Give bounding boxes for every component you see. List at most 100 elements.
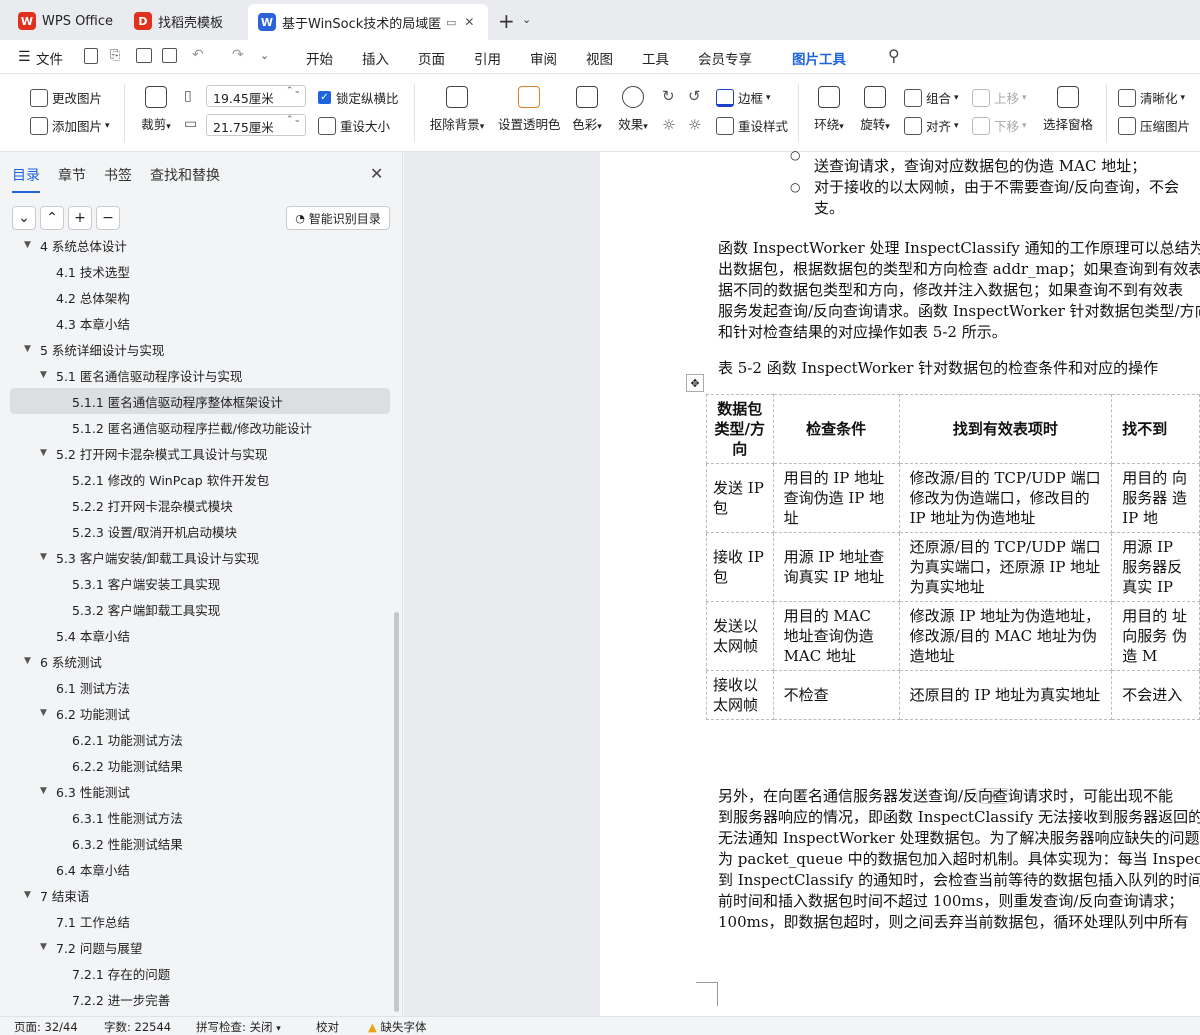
expand-caret-icon[interactable]: ▼	[24, 240, 40, 250]
border-button[interactable]: 边框 ▾	[716, 88, 771, 107]
color-button[interactable]: 色彩▾	[568, 86, 606, 133]
toc-item[interactable]: 6.2.1 功能测试方法	[10, 726, 390, 752]
resize-button[interactable]: 重设大小	[318, 116, 390, 135]
toc-item[interactable]: 5.2.3 设置/取消开机启动模块	[10, 518, 390, 544]
toc-item[interactable]: 5.1.1 匿名通信驱动程序整体框架设计	[10, 388, 390, 414]
missing-font-button[interactable]: ▲ 缺失字体	[368, 1019, 427, 1035]
change-image-button[interactable]: 更改图片	[30, 88, 102, 107]
tab-sections[interactable]: 章节	[58, 165, 86, 185]
page-indicator[interactable]: 页面: 32/44	[14, 1019, 78, 1035]
menu-insert[interactable]: 插入	[362, 48, 389, 68]
toc-item[interactable]: ▼ 4 系统总体设计	[10, 240, 390, 258]
toc-item[interactable]: 4.3 本章小结	[10, 310, 390, 336]
menu-page[interactable]: 页面	[418, 48, 445, 68]
lock-ratio-checkbox[interactable]: ✓ 锁定纵横比	[318, 88, 399, 107]
expand-caret-icon[interactable]: ▼	[24, 890, 40, 900]
stepper-icon[interactable]: ⌃⌄	[286, 115, 301, 125]
tab-toc[interactable]: 目录	[12, 165, 40, 193]
contrast-down-icon[interactable]: ☼	[688, 116, 701, 134]
toc-item[interactable]: 6.3.1 性能测试方法	[10, 804, 390, 830]
sharpen-button[interactable]: 清晰化 ▾	[1118, 88, 1185, 107]
height-field[interactable]: 21.75厘米 ⌃⌄	[206, 114, 306, 136]
menu-home[interactable]: 开始	[306, 48, 333, 68]
toc-item[interactable]: 6.2.2 功能测试结果	[10, 752, 390, 778]
word-count[interactable]: 字数: 22544	[104, 1019, 171, 1035]
tab-document[interactable]: W 基于WinSock技术的局域匿名 ▭ ✕	[248, 4, 488, 40]
tab-wps-office[interactable]: W WPS Office	[8, 6, 120, 36]
print-icon[interactable]	[136, 48, 152, 63]
close-panel-icon[interactable]: ✕	[370, 164, 383, 183]
toc-item[interactable]: 4.1 技术选型	[10, 258, 390, 284]
toc-item[interactable]: 5.2.1 修改的 WinPcap 软件开发包	[10, 466, 390, 492]
expand-caret-icon[interactable]: ▼	[40, 942, 56, 952]
undo-icon[interactable]: ↶	[192, 47, 204, 63]
toc-item[interactable]: ▼ 5.1 匿名通信驱动程序设计与实现	[10, 362, 390, 388]
remove-background-button[interactable]: 抠除背景▾	[428, 86, 486, 133]
search-icon[interactable]: ⚲	[888, 46, 900, 65]
width-field[interactable]: 19.45厘米 ⌃⌄	[206, 85, 306, 107]
toc-item[interactable]: 5.4 本章小结	[10, 622, 390, 648]
menu-review[interactable]: 审阅	[530, 48, 557, 68]
tab-list-chevron-icon[interactable]: ⌄	[522, 13, 531, 26]
toc-item[interactable]: 7.2.2 进一步完善	[10, 986, 390, 1012]
toc-item[interactable]: ▼ 6.3 性能测试	[10, 778, 390, 804]
print-preview-icon[interactable]	[162, 48, 177, 63]
set-transparent-button[interactable]: 设置透明色	[498, 86, 561, 133]
new-tab-icon[interactable]: +	[498, 9, 515, 33]
scrollbar-thumb[interactable]	[394, 612, 399, 1012]
quick-access-chevron-icon[interactable]: ⌄	[260, 49, 269, 62]
toc-item[interactable]: 7.1 工作总结	[10, 908, 390, 934]
crop-button[interactable]: 裁剪▾	[136, 86, 176, 133]
menu-tools[interactable]: 工具	[642, 48, 669, 68]
group-button[interactable]: 组合 ▾	[904, 88, 959, 107]
reset-style-button[interactable]: 重设样式	[716, 116, 788, 135]
toc-item[interactable]: 6.4 本章小结	[10, 856, 390, 882]
toc-item[interactable]: ▼ 5.2 打开网卡混杂模式工具设计与实现	[10, 440, 390, 466]
expand-caret-icon[interactable]: ▼	[24, 344, 40, 354]
toc-item[interactable]: 5.3.2 客户端卸载工具实现	[10, 596, 390, 622]
move-up-button[interactable]: 上移 ▾	[972, 88, 1027, 107]
toc-item[interactable]: 7.2.1 存在的问题	[10, 960, 390, 986]
menu-picture-tools[interactable]: 图片工具	[792, 48, 846, 76]
smart-toc-button[interactable]: ◔ 智能识别目录	[286, 206, 390, 230]
toc-item[interactable]: ▼ 5.3 客户端安装/卸载工具设计与实现	[10, 544, 390, 570]
align-button[interactable]: 对齐 ▾	[904, 116, 959, 135]
table-move-handle-icon[interactable]: ✥	[686, 374, 704, 392]
toc-item[interactable]: 5.1.2 匿名通信驱动程序拦截/修改功能设计	[10, 414, 390, 440]
expand-up-icon[interactable]: ⌃	[40, 206, 64, 230]
stepper-icon[interactable]: ⌃⌄	[286, 86, 301, 96]
add-image-button[interactable]: 添加图片 ▾	[30, 116, 110, 135]
contrast-up-icon[interactable]: ☼	[662, 116, 675, 134]
toc-item[interactable]: 6.3.2 性能测试结果	[10, 830, 390, 856]
expand-caret-icon[interactable]: ▼	[24, 656, 40, 666]
close-tab-icon[interactable]: ✕	[464, 15, 474, 29]
menu-view[interactable]: 视图	[586, 48, 613, 68]
expand-caret-icon[interactable]: ▼	[40, 786, 56, 796]
menu-file[interactable]: 文件	[36, 48, 63, 68]
spell-check-status[interactable]: 拼写检查: 关闭 ▾	[196, 1019, 281, 1035]
add-heading-icon[interactable]: +	[68, 206, 92, 230]
redo-icon[interactable]: ↷	[232, 47, 244, 63]
toc-item[interactable]: 6.1 测试方法	[10, 674, 390, 700]
brightness-up-icon[interactable]: ↻	[662, 87, 675, 105]
toc-item[interactable]: 4.2 总体架构	[10, 284, 390, 310]
expand-caret-icon[interactable]: ▼	[40, 448, 56, 458]
hamburger-icon[interactable]: ☰	[18, 49, 31, 65]
brightness-down-icon[interactable]: ↺	[688, 87, 701, 105]
collapse-all-icon[interactable]: ⌄	[12, 206, 36, 230]
effects-button[interactable]: 效果▾	[614, 86, 652, 133]
expand-caret-icon[interactable]: ▼	[40, 708, 56, 718]
move-down-button[interactable]: 下移 ▾	[972, 116, 1027, 135]
menu-reference[interactable]: 引用	[474, 48, 501, 68]
proofread-button[interactable]: 校对	[316, 1019, 339, 1035]
wrap-button[interactable]: 环绕▾	[810, 86, 848, 133]
save-icon[interactable]	[84, 48, 98, 64]
toc-item[interactable]: ▼ 7 结束语	[10, 882, 390, 908]
toc-item[interactable]: ▼ 5 系统详细设计与实现	[10, 336, 390, 362]
toc-item[interactable]: ▼ 6 系统测试	[10, 648, 390, 674]
compress-image-button[interactable]: 压缩图片	[1118, 116, 1190, 135]
toc-item[interactable]: ▼ 7.2 问题与展望	[10, 934, 390, 960]
toc-item[interactable]: ▼ 6.2 功能测试	[10, 700, 390, 726]
rotate-button[interactable]: 旋转▾	[856, 86, 894, 133]
menu-member[interactable]: 会员专享	[698, 48, 752, 68]
